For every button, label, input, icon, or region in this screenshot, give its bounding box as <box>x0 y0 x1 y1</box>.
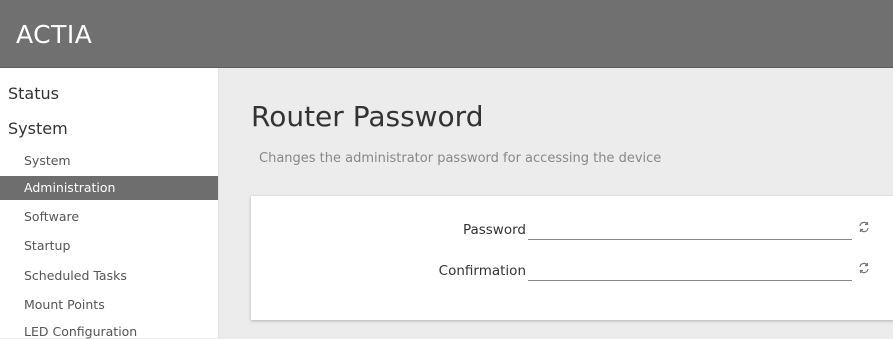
brand-logo-text[interactable]: ACTIA <box>16 20 92 49</box>
reveal-confirmation-icon[interactable] <box>857 262 871 278</box>
page-description: Changes the administrator password for a… <box>259 151 662 166</box>
confirmation-label: Confirmation <box>438 263 526 279</box>
sidebar-item-system[interactable]: System <box>24 153 71 168</box>
confirmation-input[interactable] <box>528 260 852 281</box>
sidebar-item-scheduled-tasks[interactable]: Scheduled Tasks <box>24 268 127 283</box>
password-form-card: Password Confirmation <box>251 196 893 320</box>
password-input[interactable] <box>528 219 852 240</box>
refresh-arrows-icon <box>859 262 869 274</box>
sidebar-item-startup[interactable]: Startup <box>24 238 70 253</box>
sidebar-item-led-configuration[interactable]: LED Configuration <box>24 324 137 339</box>
sidebar: Status System System Administration Soft… <box>0 68 219 339</box>
sidebar-section-system[interactable]: System <box>8 119 68 138</box>
refresh-arrows-icon <box>859 221 869 233</box>
sidebar-item-software[interactable]: Software <box>24 209 79 224</box>
reveal-password-icon[interactable] <box>857 221 871 237</box>
sidebar-item-mount-points[interactable]: Mount Points <box>24 297 105 312</box>
header-bar: ACTIA <box>0 0 893 68</box>
password-label: Password <box>462 222 526 238</box>
sidebar-item-label: Administration <box>24 180 116 195</box>
page-title: Router Password <box>251 100 484 133</box>
sidebar-item-administration[interactable]: Administration <box>0 176 218 200</box>
sidebar-section-status[interactable]: Status <box>8 84 59 103</box>
